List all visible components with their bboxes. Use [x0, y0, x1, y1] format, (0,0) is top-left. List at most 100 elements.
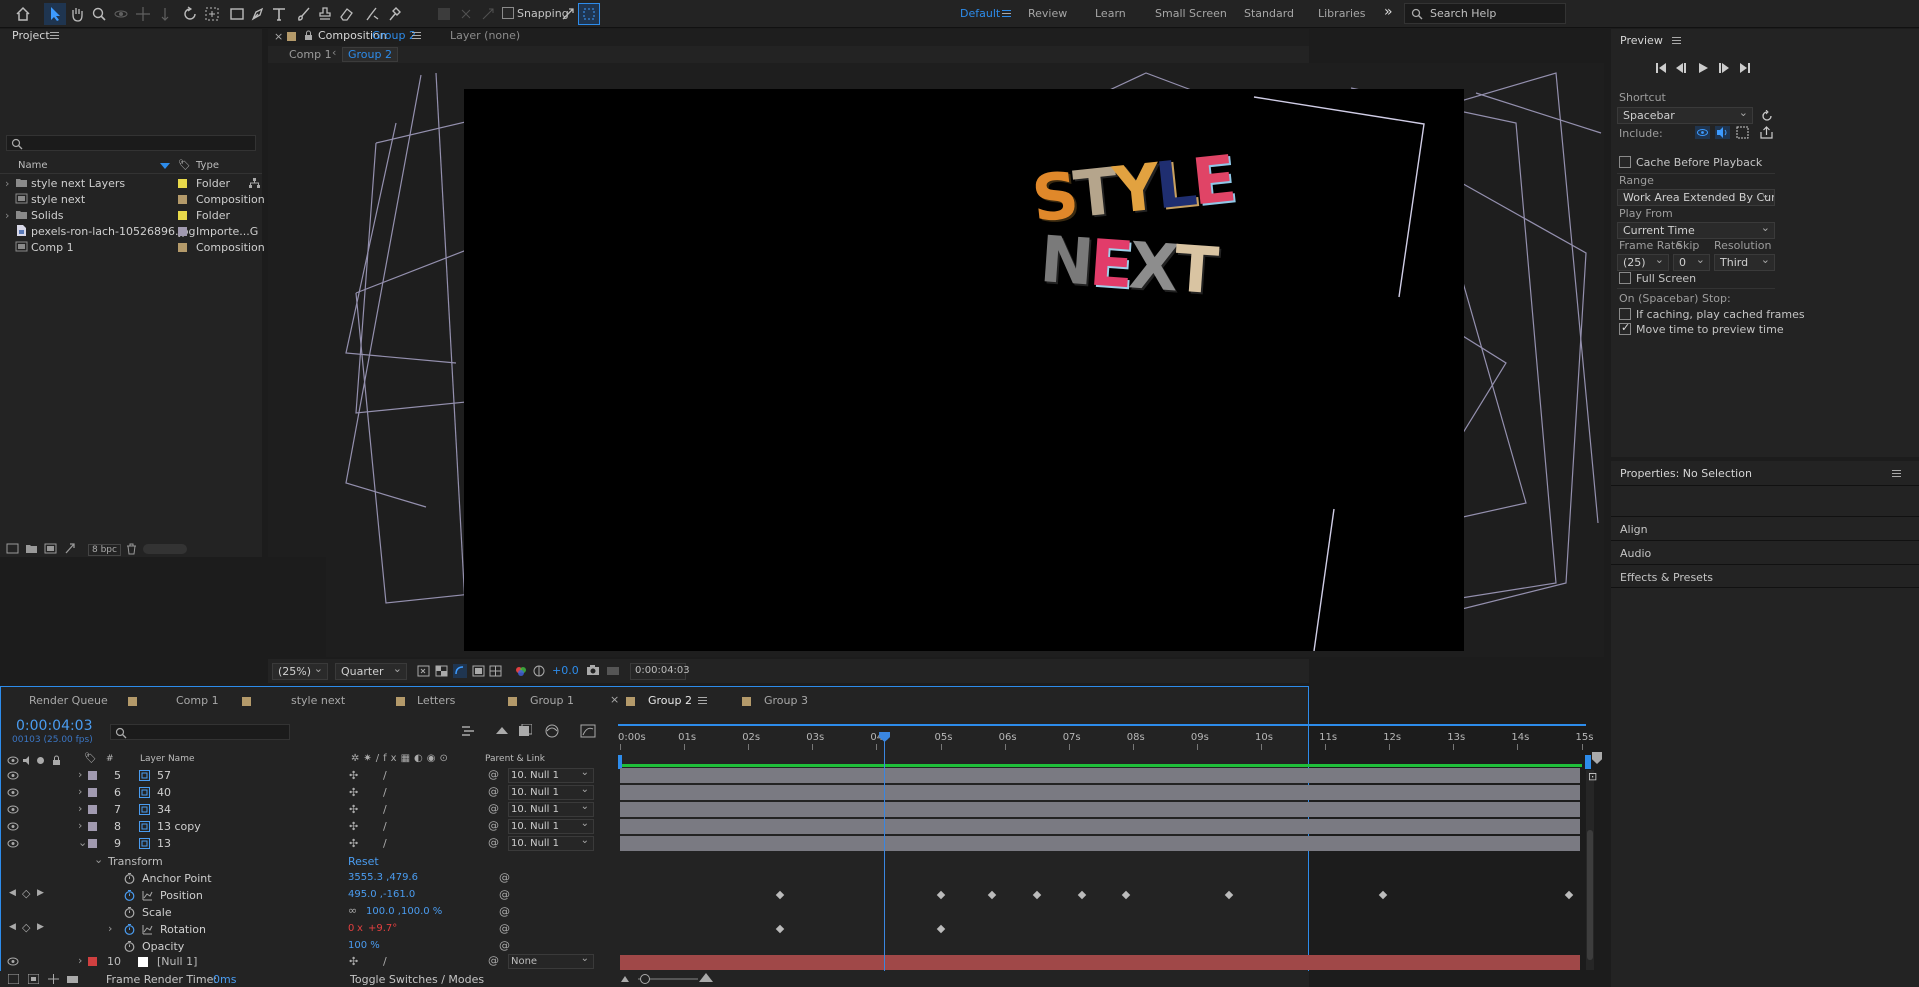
align-icon[interactable] — [433, 3, 455, 25]
timeline-scroll-thumb[interactable] — [1587, 830, 1593, 960]
property-row-scale[interactable]: Scale ∞ 100.0 ,100.0 % @ — [0, 904, 612, 921]
workspace-menu-icon[interactable] — [1002, 10, 1011, 17]
layer-switch-icon[interactable]: ✣ — [349, 803, 358, 816]
cache-before-playback-checkbox[interactable] — [1619, 156, 1631, 168]
timeline-search-input[interactable] — [110, 724, 290, 740]
layer-row[interactable]: › 7 34 ✣ / @ 10. Null 1 ⌄ — [0, 801, 612, 818]
null-pickwhip-icon[interactable]: @ — [488, 954, 499, 967]
label-tag-icon[interactable]: 🏷 — [178, 160, 191, 171]
stopwatch-icon[interactable] — [124, 890, 135, 901]
workspace-libraries[interactable]: Libraries — [1318, 7, 1366, 20]
layer-label-swatch[interactable] — [88, 839, 97, 848]
draft-3d-icon[interactable] — [494, 724, 510, 738]
video-toggle-icon[interactable] — [7, 756, 19, 765]
dolly-camera-icon[interactable] — [154, 3, 176, 25]
effects-presets-section[interactable]: Effects & Presets — [1611, 564, 1919, 588]
graph-icon[interactable] — [142, 924, 153, 935]
zoom-out-icon[interactable] — [620, 974, 630, 983]
tab-group-1[interactable]: Group 1 — [530, 694, 574, 707]
sort-arrow-icon[interactable] — [160, 163, 170, 169]
layer-quality-icon[interactable]: / — [383, 837, 387, 850]
expand-arrow-icon[interactable]: › — [78, 768, 82, 781]
playhead-line[interactable] — [879, 732, 891, 972]
grid-guides-icon[interactable] — [489, 665, 502, 677]
reset-icon[interactable] — [1761, 110, 1773, 122]
preview-resolution-dropdown[interactable]: Third — [1714, 252, 1775, 271]
parent-dropdown[interactable]: 10. Null 1 ⌄ — [508, 767, 594, 783]
parent-dropdown[interactable]: 10. Null 1 ⌄ — [508, 818, 594, 834]
channel-colors-icon[interactable] — [515, 665, 527, 677]
lock-column-icon[interactable] — [52, 755, 61, 766]
graph-editor-icon[interactable] — [580, 724, 596, 738]
column-type[interactable]: Type — [196, 160, 219, 171]
layer-duration-bar[interactable] — [620, 836, 1580, 851]
visibility-eye-icon[interactable] — [7, 957, 19, 966]
expand-arrow-icon[interactable]: › — [78, 785, 82, 798]
collapse-icon[interactable]: ⌄ — [78, 836, 87, 849]
layer-name[interactable]: 57 — [157, 769, 171, 782]
full-screen-checkbox[interactable] — [1619, 272, 1631, 284]
range-dropdown[interactable]: Work Area Extended By Current... — [1617, 189, 1775, 206]
layer-name[interactable]: 40 — [157, 786, 171, 799]
breadcrumb-group-2[interactable]: Group 2 — [348, 48, 392, 61]
more-workspaces-icon[interactable]: » — [1384, 4, 1393, 20]
expand-arrow-icon[interactable]: › — [78, 802, 82, 815]
null-layer-bar[interactable] — [620, 955, 1580, 970]
zoom-tool-icon[interactable] — [88, 3, 110, 25]
home-icon[interactable] — [12, 3, 34, 25]
include-audio-icon[interactable] — [1715, 126, 1730, 139]
if-caching-checkbox[interactable] — [1619, 308, 1631, 320]
frame-blending-icon[interactable] — [544, 724, 560, 738]
layer-row[interactable]: › 5 57 ✣ / @ 10. Null 1 ⌄ — [0, 767, 612, 784]
puppet-pin-tool-icon[interactable] — [385, 3, 407, 25]
layer-duration-bar[interactable] — [620, 768, 1580, 783]
layer-switch-icon[interactable]: ✣ — [349, 769, 358, 782]
parent-column-header[interactable]: Parent & Link — [485, 754, 545, 764]
audio-section[interactable]: Audio — [1611, 540, 1919, 564]
previous-frame-icon[interactable] — [1675, 62, 1687, 74]
preview-menu-icon[interactable] — [1672, 37, 1681, 44]
layer-name[interactable]: 34 — [157, 803, 171, 816]
work-area-bar[interactable] — [618, 721, 1586, 729]
world-axis-icon[interactable] — [477, 3, 499, 25]
null-quality-icon[interactable]: / — [383, 955, 387, 968]
layer-row[interactable]: › 6 40 ✣ / @ 10. Null 1 ⌄ — [0, 784, 612, 801]
comp-marker-bin-icon[interactable]: ⊡ — [1588, 770, 1597, 783]
exposure-value[interactable]: +0.0 — [552, 664, 579, 677]
next-keyframe-icon[interactable]: ▶ — [37, 888, 44, 898]
include-video-icon[interactable] — [1695, 126, 1710, 139]
orbit-camera-icon[interactable] — [110, 3, 132, 25]
composition-viewer[interactable]: STYLE NEXT STYLE NEXT — [326, 63, 1604, 657]
new-folder-icon[interactable] — [25, 543, 38, 554]
shortcut-dropdown[interactable]: Spacebar — [1617, 105, 1753, 124]
parent-pickwhip-icon[interactable]: @ — [488, 768, 499, 781]
previous-keyframe-icon[interactable]: ◀ — [9, 922, 16, 932]
visibility-eye-icon[interactable] — [7, 788, 19, 797]
label-color-swatch[interactable] — [178, 243, 187, 252]
properties-menu-icon[interactable] — [1892, 470, 1901, 477]
label-color-swatch[interactable] — [178, 227, 187, 236]
layer-label-swatch[interactable] — [88, 771, 97, 780]
graph-icon[interactable] — [142, 890, 153, 901]
expression-pickwhip-icon[interactable]: @ — [499, 871, 510, 884]
brush-tool-icon[interactable] — [293, 3, 315, 25]
toggle-switches-modes[interactable]: Toggle Switches / Modes — [350, 973, 484, 986]
label-color-swatch[interactable] — [178, 179, 187, 188]
style-next-artwork[interactable]: STYLE NEXT STYLE NEXT — [1029, 143, 1272, 330]
property-value[interactable]: +9.7° — [368, 923, 397, 934]
project-search-input[interactable] — [6, 135, 256, 151]
add-keyframe-icon[interactable]: ◇ — [22, 887, 30, 900]
zoom-in-icon[interactable] — [698, 972, 714, 983]
property-row-rotation[interactable]: ◀ ◇ ▶ › Rotation 0 x +9.7° @ — [0, 921, 612, 938]
eraser-tool-icon[interactable] — [335, 3, 357, 25]
property-row-position[interactable]: ◀ ◇ ▶ Position 495.0 ,-161.0 @ — [0, 887, 612, 904]
layer-duration-bar[interactable] — [620, 802, 1580, 817]
workspace-small-screen[interactable]: Small Screen — [1155, 7, 1227, 20]
type-tool-icon[interactable] — [268, 3, 290, 25]
layer-quality-icon[interactable]: / — [383, 786, 387, 799]
null-label-swatch[interactable] — [88, 957, 97, 966]
resolution-dropdown[interactable]: Quarter — [335, 661, 407, 680]
rotation-tool-icon[interactable] — [179, 3, 201, 25]
flowchart-icon[interactable] — [249, 178, 260, 189]
null-layer-row[interactable]: › 10 [Null 1] ✣ / @ None ⌄ — [0, 953, 612, 970]
